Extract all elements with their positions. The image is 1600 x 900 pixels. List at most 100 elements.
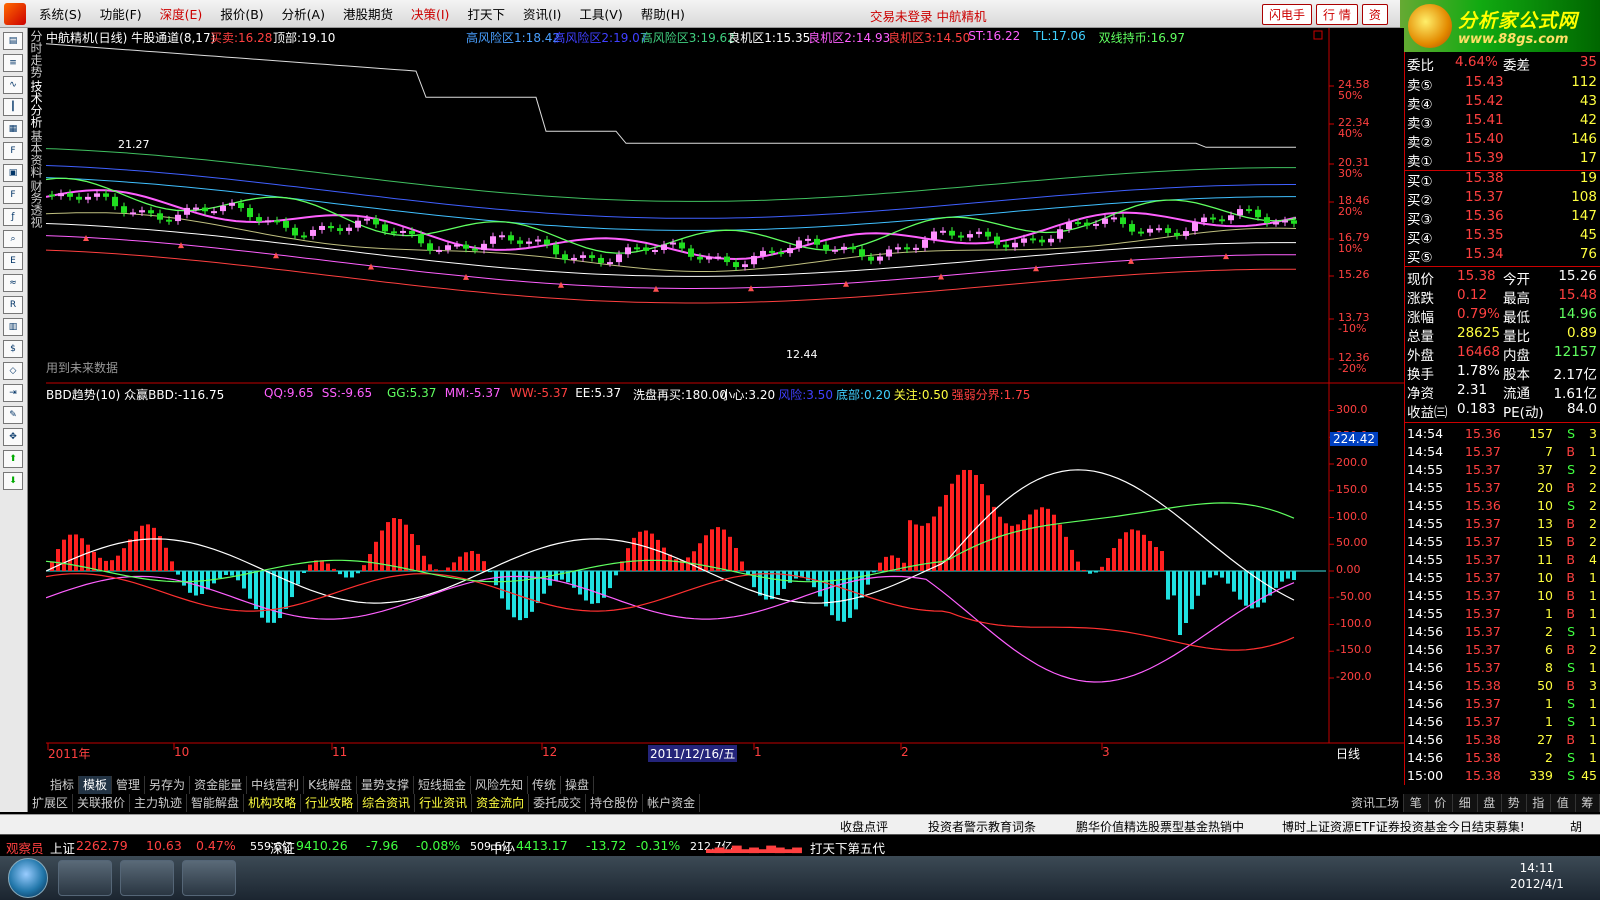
- extension-tab[interactable]: 委托成交: [529, 794, 587, 812]
- toolbar-report-icon[interactable]: ▦: [3, 120, 23, 138]
- index-name[interactable]: 深证: [270, 838, 295, 857]
- detail-tab[interactable]: 指: [1527, 794, 1551, 812]
- toolbar-move-icon[interactable]: ✥: [3, 428, 23, 446]
- extension-tab[interactable]: 综合资讯: [358, 794, 416, 812]
- template-tab[interactable]: 短线掘金: [414, 776, 471, 794]
- toolbar-formula-icon[interactable]: ƒ: [3, 208, 23, 226]
- toolbar-up-arrow-icon[interactable]: ⬆: [3, 450, 23, 468]
- chart-area[interactable]: 中航精机(日线) 牛股通道(8,17) 买卖:16.28 顶部:19.10 高风…: [46, 28, 1404, 783]
- taskbar-app-icon[interactable]: [120, 860, 174, 896]
- news-item[interactable]: 鹏华价值精选股票型基金热销中: [1076, 818, 1244, 835]
- toolbar-search-icon[interactable]: ⌕: [3, 230, 23, 248]
- template-tab[interactable]: 指标: [46, 776, 80, 794]
- toolbar-wave-icon[interactable]: ≈: [3, 274, 23, 292]
- menu-item[interactable]: 决策(I): [402, 4, 458, 23]
- menu-item[interactable]: 功能(F): [91, 4, 151, 23]
- toolbar-pen-icon[interactable]: ✎: [3, 406, 23, 424]
- template-tab[interactable]: 量势支撑: [357, 776, 414, 794]
- detail-tab[interactable]: 笔: [1404, 794, 1429, 812]
- tab-technical[interactable]: 技术分析: [29, 80, 43, 128]
- template-tab[interactable]: 管理: [112, 776, 146, 794]
- start-button-icon[interactable]: [8, 858, 48, 898]
- info-button[interactable]: 资: [1361, 4, 1388, 25]
- detail-tab[interactable]: 细: [1453, 794, 1478, 812]
- menu-item[interactable]: 深度(E): [151, 4, 212, 23]
- flash-trade-button[interactable]: 闪电手: [1262, 4, 1313, 25]
- index-name[interactable]: 上证: [50, 838, 75, 857]
- template-tab[interactable]: 传统: [528, 776, 562, 794]
- extension-tab[interactable]: 关联报价: [73, 794, 131, 812]
- menu-item[interactable]: 系统(S): [30, 4, 91, 23]
- toolbar-kline-icon[interactable]: ┃: [3, 98, 23, 116]
- extension-tab[interactable]: 持仓股份: [586, 794, 644, 812]
- watcher-label[interactable]: 观察员: [6, 838, 44, 857]
- toolbar-f10-icon[interactable]: F: [3, 142, 23, 160]
- detail-tab[interactable]: 盘: [1478, 794, 1502, 812]
- toolbar-board-icon[interactable]: ▣: [3, 164, 23, 182]
- toolbar-rsi-icon[interactable]: R: [3, 296, 23, 314]
- toolbar-line-chart-icon[interactable]: ∿: [3, 76, 23, 94]
- work-tab[interactable]: 资讯工场: [1347, 794, 1404, 812]
- detail-tab[interactable]: 价: [1429, 794, 1453, 812]
- extension-tab[interactable]: 行业资讯: [415, 794, 473, 812]
- extension-tab[interactable]: 帐户资金: [643, 794, 701, 812]
- template-tab[interactable]: 另存为: [145, 776, 191, 794]
- tick-count: 2: [1589, 462, 1597, 477]
- level-volume: 76: [1579, 246, 1597, 262]
- toolbar-eraser-icon[interactable]: ◇: [3, 362, 23, 380]
- news-item[interactable]: 博时上证资源ETF证券投资基金今日结束募集!: [1282, 818, 1525, 835]
- news-item[interactable]: 投资者警示教育词条: [928, 818, 1036, 835]
- template-tab[interactable]: 操盘: [561, 776, 595, 794]
- menu-item[interactable]: 打天下: [458, 4, 514, 23]
- extension-tab[interactable]: 机构攻略: [244, 794, 302, 812]
- menu-item[interactable]: 资讯(I): [514, 4, 570, 23]
- level-price: 15.41: [1465, 112, 1504, 128]
- period-label[interactable]: 日线: [1336, 745, 1360, 762]
- toolbar-quote-icon[interactable]: ▤: [3, 32, 23, 50]
- chart-canvas[interactable]: [46, 28, 1404, 783]
- extension-tab[interactable]: 资金流向: [472, 794, 530, 812]
- quote-button[interactable]: 行 情: [1316, 4, 1358, 25]
- template-tab[interactable]: 风险先知: [471, 776, 529, 794]
- system-clock[interactable]: 14:11 2012/4/1: [1510, 860, 1564, 892]
- menu-item[interactable]: 报价(B): [211, 4, 272, 23]
- tab-fundamentals[interactable]: 基本资料: [29, 130, 43, 178]
- template-tab[interactable]: 中线营利: [247, 776, 305, 794]
- toolbar-table-icon[interactable]: ▥: [3, 318, 23, 336]
- toolbar-export-icon[interactable]: ⇥: [3, 384, 23, 402]
- extension-tab[interactable]: 智能解盘: [187, 794, 245, 812]
- news-item[interactable]: 收盘点评: [840, 818, 888, 835]
- y-tick-pct: 20%: [1338, 205, 1363, 218]
- menu-item[interactable]: 分析(A): [273, 4, 334, 23]
- menu-item[interactable]: 工具(V): [570, 4, 631, 23]
- sell-level-row: 卖④ 15.42 43: [1405, 93, 1600, 113]
- level-label: 买③: [1407, 212, 1433, 228]
- detail-tab[interactable]: 势: [1502, 794, 1527, 812]
- tick-count: 3: [1589, 426, 1597, 441]
- tick-count: 1: [1589, 732, 1597, 747]
- toolbar-etf-icon[interactable]: E: [3, 252, 23, 270]
- menu-item[interactable]: 帮助(H): [632, 4, 694, 23]
- news-item[interactable]: 胡: [1570, 818, 1582, 835]
- taskbar-browser-icon[interactable]: [58, 860, 112, 896]
- index-name[interactable]: 中小: [490, 838, 515, 857]
- menu-item[interactable]: 港股期货: [334, 4, 402, 23]
- extension-tab[interactable]: 行业攻略: [301, 794, 359, 812]
- detail-tab[interactable]: 值: [1551, 794, 1576, 812]
- toolbar-down-arrow-icon[interactable]: ⬇: [3, 472, 23, 490]
- toolbar-list-icon[interactable]: ≡: [3, 54, 23, 72]
- toolbar-money-icon[interactable]: $: [3, 340, 23, 358]
- tick-time: 15:00: [1407, 768, 1444, 783]
- detail-tab[interactable]: 筹: [1576, 794, 1600, 812]
- toolbar-f2-icon[interactable]: F: [3, 186, 23, 204]
- extension-tab[interactable]: 主力轨迹: [130, 794, 188, 812]
- tab-financials[interactable]: 财务透视: [29, 180, 43, 228]
- template-tab[interactable]: 资金能量: [190, 776, 248, 794]
- template-tab[interactable]: K线解盘: [304, 776, 357, 794]
- tab-intraday[interactable]: 分时走势: [29, 30, 43, 78]
- taskbar-camera-icon[interactable]: [182, 860, 236, 896]
- tick-count: 1: [1589, 570, 1597, 585]
- template-tab[interactable]: 模板: [79, 776, 113, 794]
- x-axis-label: 12: [542, 745, 558, 759]
- extension-tab[interactable]: 扩展区: [28, 794, 74, 812]
